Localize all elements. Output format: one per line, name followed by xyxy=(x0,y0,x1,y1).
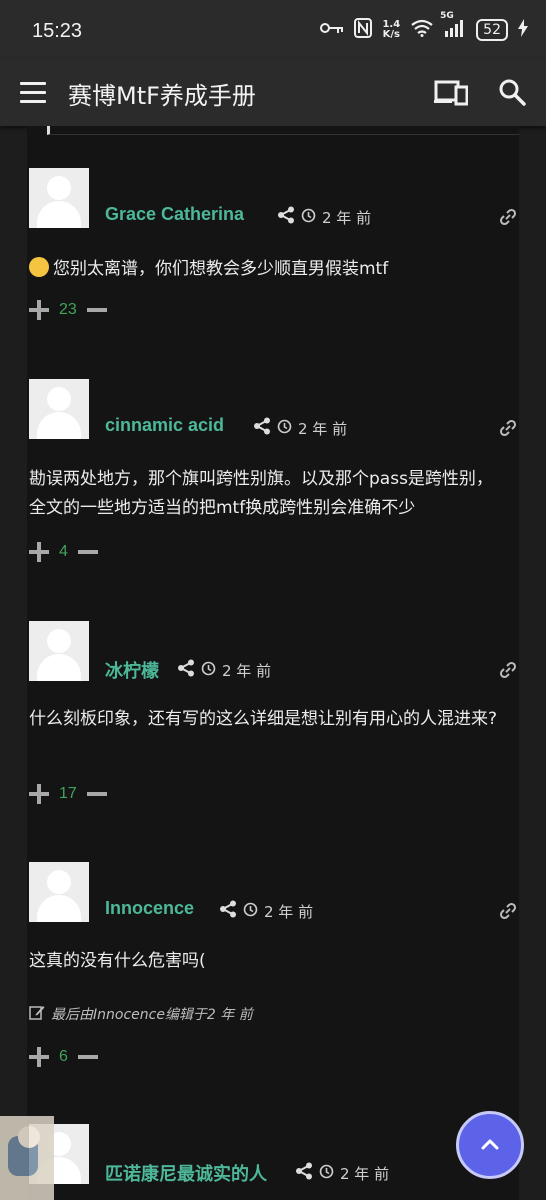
key-icon xyxy=(320,21,344,39)
comment: cinnamic acid 2 年 前 勘误两处地方，那个旗叫跨性别旗。以及那个… xyxy=(27,379,519,609)
comment-meta: 2 年 前 xyxy=(253,417,347,439)
menu-icon[interactable] xyxy=(20,82,46,104)
share-icon[interactable] xyxy=(295,1162,313,1184)
devices-icon[interactable] xyxy=(434,80,469,110)
previous-item-edge xyxy=(47,126,519,135)
edit-icon xyxy=(29,1004,45,1024)
link-icon[interactable] xyxy=(499,208,517,230)
comment-time[interactable]: 2 年 前 xyxy=(264,901,313,922)
vote-controls: 4 xyxy=(29,542,98,562)
avatar[interactable] xyxy=(29,621,89,681)
comment-time[interactable]: 2 年 前 xyxy=(298,418,347,439)
comment-time[interactable]: 2 年 前 xyxy=(340,1163,389,1184)
clock-icon xyxy=(301,208,316,227)
comments-list: Grace Catherina 2 年 前 您别太离谱，你们想教会多少顺直男假装… xyxy=(27,126,519,1200)
network-type: 5G xyxy=(440,11,454,21)
comment-meta: 2 年 前 xyxy=(219,900,313,922)
comment-body: 您别太离谱，你们想教会多少顺直男假装mtf xyxy=(29,255,509,284)
vote-count: 4 xyxy=(59,543,68,560)
vote-count: 17 xyxy=(59,785,77,802)
comment-meta: 2 年 前 xyxy=(277,206,371,228)
status-icons: 1.4 K/s 5G 52 xyxy=(320,11,528,42)
avatar[interactable] xyxy=(29,862,89,922)
username[interactable]: Innocence xyxy=(105,898,194,919)
share-icon[interactable] xyxy=(219,900,237,922)
comment-text: 这真的没有什么危害吗( xyxy=(29,951,206,971)
comment-meta: 2 年 前 xyxy=(177,659,271,681)
edited-text: 最后由Innocence编辑于2 年 前 xyxy=(51,1007,253,1023)
upvote-plus-icon[interactable] xyxy=(29,542,49,562)
clock-icon xyxy=(277,419,292,438)
floating-thumbnail[interactable] xyxy=(0,1116,54,1200)
chevron-up-icon xyxy=(480,1136,500,1155)
app-bar: 赛博MtF养成手册 xyxy=(0,60,546,126)
avatar[interactable] xyxy=(29,168,89,228)
downvote-minus-icon[interactable] xyxy=(77,1055,98,1059)
upvote-plus-icon[interactable] xyxy=(29,1047,49,1067)
nfc-icon xyxy=(354,18,373,42)
status-bar: 15:23 1.4 K/s 5G 52 xyxy=(0,0,546,60)
comment-time[interactable]: 2 年 前 xyxy=(222,660,271,681)
vote-controls: 23 xyxy=(29,300,107,320)
vote-count: 23 xyxy=(59,301,77,318)
comment-text: 勘误两处地方，那个旗叫跨性别旗。以及那个pass是跨性别，全文的一些地方适当的把… xyxy=(29,469,493,518)
app-title: 赛博MtF养成手册 xyxy=(68,82,256,110)
share-icon[interactable] xyxy=(253,417,271,439)
downvote-minus-icon[interactable] xyxy=(77,550,98,554)
share-icon[interactable] xyxy=(177,659,195,681)
comment-time[interactable]: 2 年 前 xyxy=(322,207,371,228)
vote-controls: 6 xyxy=(29,1047,98,1067)
comment: Grace Catherina 2 年 前 您别太离谱，你们想教会多少顺直男假装… xyxy=(27,168,519,368)
comment: Innocence 2 年 前 这真的没有什么危害吗( 最后由Innocence… xyxy=(27,862,519,1122)
comment: 匹诺康尼最诚实的人 2 年 前 xyxy=(27,1124,519,1200)
comment-text: 什么刻板印象，还有写的这么详细是想让别有用心的人混进来? xyxy=(29,709,498,729)
comment-text: 您别太离谱，你们想教会多少顺直男假装mtf xyxy=(53,259,389,279)
comment: 冰柠檬 2 年 前 什么刻板印象，还有写的这么详细是想让别有用心的人混进来? 1… xyxy=(27,621,519,851)
vote-count: 6 xyxy=(59,1048,68,1065)
edited-note: 最后由Innocence编辑于2 年 前 xyxy=(29,1004,253,1024)
downvote-minus-icon[interactable] xyxy=(86,792,107,796)
vote-controls: 17 xyxy=(29,784,107,804)
clock-icon xyxy=(201,661,216,680)
upvote-plus-icon[interactable] xyxy=(29,784,49,804)
link-icon[interactable] xyxy=(499,661,517,683)
signal-icon: 5G xyxy=(440,11,466,41)
clock-icon xyxy=(243,902,258,921)
wifi-icon xyxy=(410,19,434,41)
username[interactable]: cinnamic acid xyxy=(105,415,224,436)
status-time: 15:23 xyxy=(32,20,83,42)
avatar[interactable] xyxy=(29,379,89,439)
scroll-to-top-button[interactable] xyxy=(456,1111,524,1179)
username[interactable]: Grace Catherina xyxy=(105,204,244,225)
downvote-minus-icon[interactable] xyxy=(86,308,107,312)
clock-icon xyxy=(319,1164,334,1183)
speed-unit: K/s xyxy=(382,29,400,40)
link-icon[interactable] xyxy=(499,902,517,924)
username[interactable]: 冰柠檬 xyxy=(105,657,159,683)
link-icon[interactable] xyxy=(499,419,517,441)
charging-icon xyxy=(518,19,528,41)
search-icon[interactable] xyxy=(498,78,526,110)
battery-icon: 52 xyxy=(476,19,508,41)
share-icon[interactable] xyxy=(277,206,295,228)
network-speed: 1.4 K/s xyxy=(382,20,400,40)
comment-meta: 2 年 前 xyxy=(295,1162,389,1184)
upvote-plus-icon[interactable] xyxy=(29,300,49,320)
username[interactable]: 匹诺康尼最诚实的人 xyxy=(105,1160,267,1186)
sweat-smile-emoji xyxy=(29,257,49,277)
